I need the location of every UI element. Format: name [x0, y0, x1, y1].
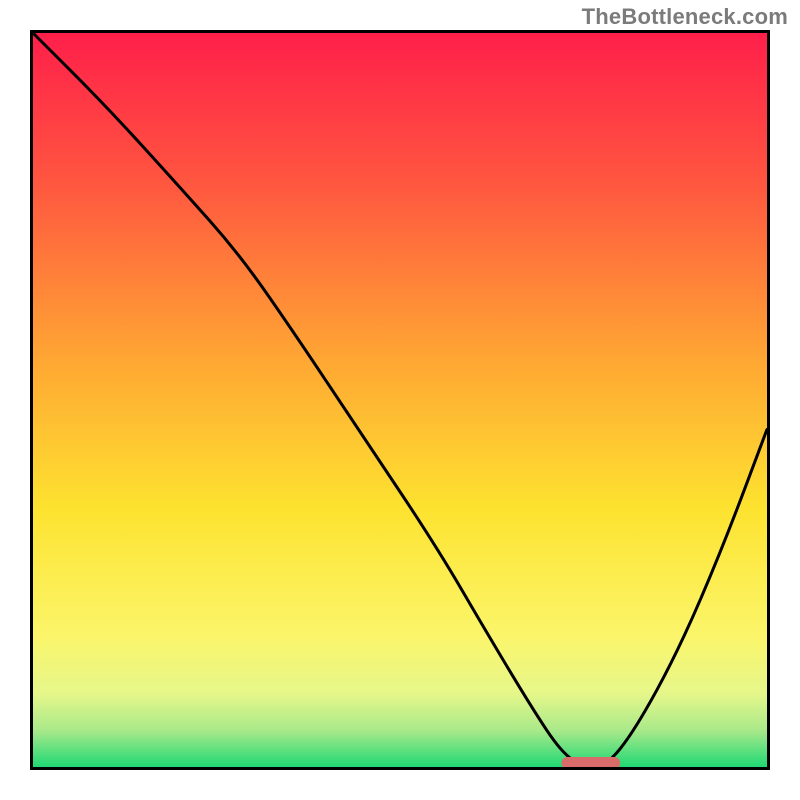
chart-svg	[30, 30, 770, 770]
bottleneck-chart	[30, 30, 770, 770]
watermark-text: TheBottleneck.com	[582, 4, 788, 30]
gradient-background	[33, 33, 767, 767]
